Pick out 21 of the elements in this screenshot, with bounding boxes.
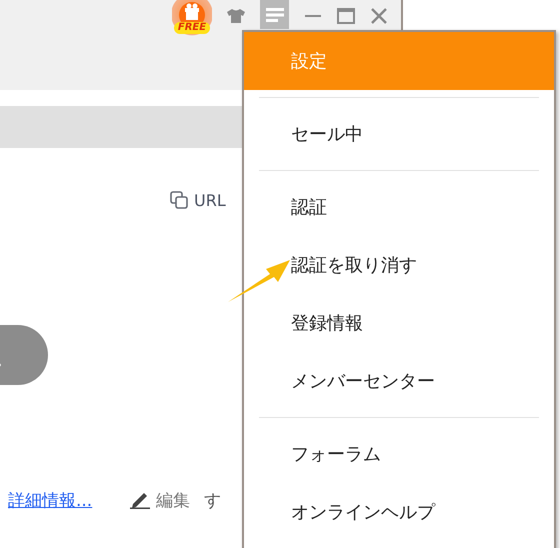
menu-icon: [266, 8, 284, 22]
details-link[interactable]: 詳細情報...: [8, 488, 92, 512]
close-icon[interactable]: [371, 8, 387, 24]
pointer-arrow: [226, 258, 292, 304]
menu-item[interactable]: メンバーセンター: [244, 352, 554, 410]
search-button[interactable]: [0, 325, 48, 385]
shirt-icon[interactable]: [226, 8, 246, 24]
menu-item[interactable]: 認証を取り消す: [244, 236, 554, 294]
menu-item[interactable]: セール中: [244, 105, 554, 163]
text-fragment: す: [204, 490, 222, 512]
free-label: FREE: [174, 22, 210, 34]
menu-button[interactable]: [260, 0, 289, 29]
pencil-icon: [130, 491, 150, 509]
menu-item[interactable]: 認証: [244, 178, 554, 236]
copy-url-link[interactable]: URL: [194, 190, 226, 210]
menu-item[interactable]: 登録情報: [244, 294, 554, 352]
menu-item[interactable]: フォーラム: [244, 425, 554, 483]
menu-item[interactable]: オンラインヘルプ: [244, 483, 554, 541]
copy-icon[interactable]: [170, 191, 188, 209]
maximize-icon[interactable]: [337, 8, 355, 24]
edit-button[interactable]: 編集: [130, 488, 190, 512]
